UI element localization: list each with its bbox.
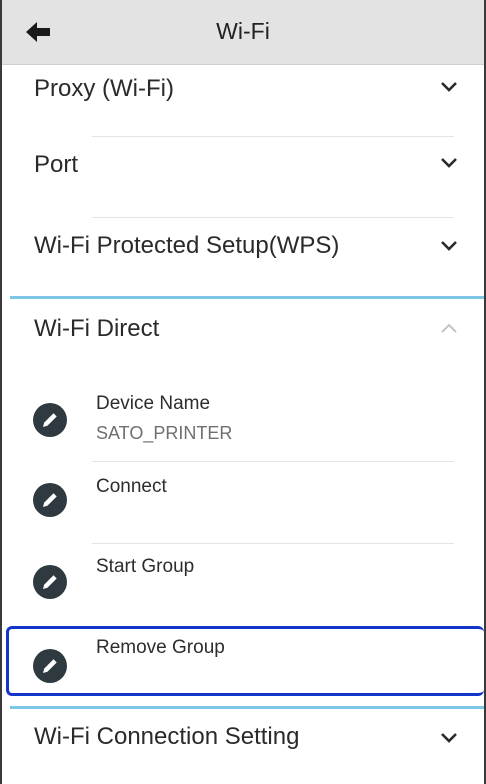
chevron-down-icon (441, 82, 457, 92)
item-title: Start Group (96, 556, 195, 577)
edit-pencil-icon (33, 403, 67, 437)
section-wps-label: Wi-Fi Protected Setup(WPS) (34, 232, 340, 259)
list-item-connect[interactable]: Connect (2, 462, 484, 542)
chevron-down-icon (441, 158, 457, 168)
edit-pencil-icon (33, 649, 67, 683)
section-port-label: Port (34, 151, 79, 178)
section-wifi-connection-setting-label: Wi-Fi Connection Setting (34, 723, 300, 750)
edit-pencil-icon (33, 565, 67, 599)
section-port[interactable]: Port (2, 137, 484, 217)
header-bar: Wi-Fi (2, 0, 484, 65)
section-proxy-label: Proxy (Wi-Fi) (34, 75, 174, 102)
list-item-remove-group[interactable]: Remove Group (2, 626, 484, 696)
section-wifi-direct-label: Wi-Fi Direct (34, 315, 160, 342)
chevron-up-icon (441, 323, 457, 333)
list-item-start-group[interactable]: Start Group (2, 544, 484, 624)
section-wifi-connection-setting[interactable]: Wi-Fi Connection Setting (2, 709, 484, 784)
section-wps[interactable]: Wi-Fi Protected Setup(WPS) (2, 218, 484, 296)
page-title: Wi-Fi (216, 18, 270, 44)
chevron-down-icon (441, 241, 457, 251)
edit-pencil-icon (33, 483, 67, 517)
item-title: Connect (96, 476, 167, 497)
item-value: SATO_PRINTER (96, 423, 233, 443)
wifi-settings-screen: Wi-Fi Proxy (Wi-Fi) Port Wi-Fi Protected… (0, 0, 486, 784)
section-wifi-direct[interactable]: Wi-Fi Direct (2, 299, 484, 363)
item-title: Device Name (96, 393, 211, 414)
section-proxy[interactable]: Proxy (Wi-Fi) (2, 64, 484, 136)
item-title: Remove Group (96, 637, 225, 658)
chevron-down-icon (441, 733, 457, 743)
list-item-device-name[interactable]: Device Name SATO_PRINTER (2, 380, 484, 460)
